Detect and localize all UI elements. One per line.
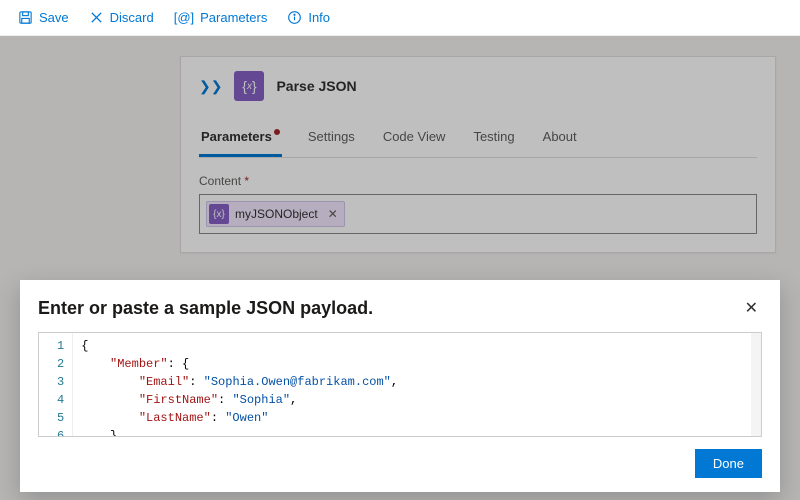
dialog-title: Enter or paste a sample JSON payload. bbox=[38, 298, 373, 319]
save-icon bbox=[18, 10, 33, 25]
save-label: Save bbox=[39, 10, 69, 25]
parameters-label: Parameters bbox=[200, 10, 267, 25]
save-button[interactable]: Save bbox=[10, 6, 77, 29]
json-editor[interactable]: 1 2 3 4 5 6 7 { "Member": { "Email": "So… bbox=[38, 332, 762, 437]
editor-scrollbar[interactable] bbox=[751, 333, 761, 436]
top-toolbar: Save Discard [@] Parameters Info bbox=[0, 0, 800, 36]
parameters-icon: [@] bbox=[174, 10, 194, 25]
discard-label: Discard bbox=[110, 10, 154, 25]
discard-button[interactable]: Discard bbox=[81, 6, 162, 29]
parameters-button[interactable]: [@] Parameters bbox=[166, 6, 276, 29]
close-icon[interactable]: ✕ bbox=[741, 294, 762, 322]
done-button[interactable]: Done bbox=[695, 449, 762, 478]
info-button[interactable]: Info bbox=[279, 6, 338, 29]
info-icon bbox=[287, 10, 302, 25]
info-label: Info bbox=[308, 10, 330, 25]
discard-icon bbox=[89, 10, 104, 25]
sample-json-dialog: Enter or paste a sample JSON payload. ✕ … bbox=[20, 280, 780, 492]
editor-content[interactable]: { "Member": { "Email": "Sophia.Owen@fabr… bbox=[73, 333, 761, 436]
editor-gutter: 1 2 3 4 5 6 7 bbox=[39, 333, 73, 436]
